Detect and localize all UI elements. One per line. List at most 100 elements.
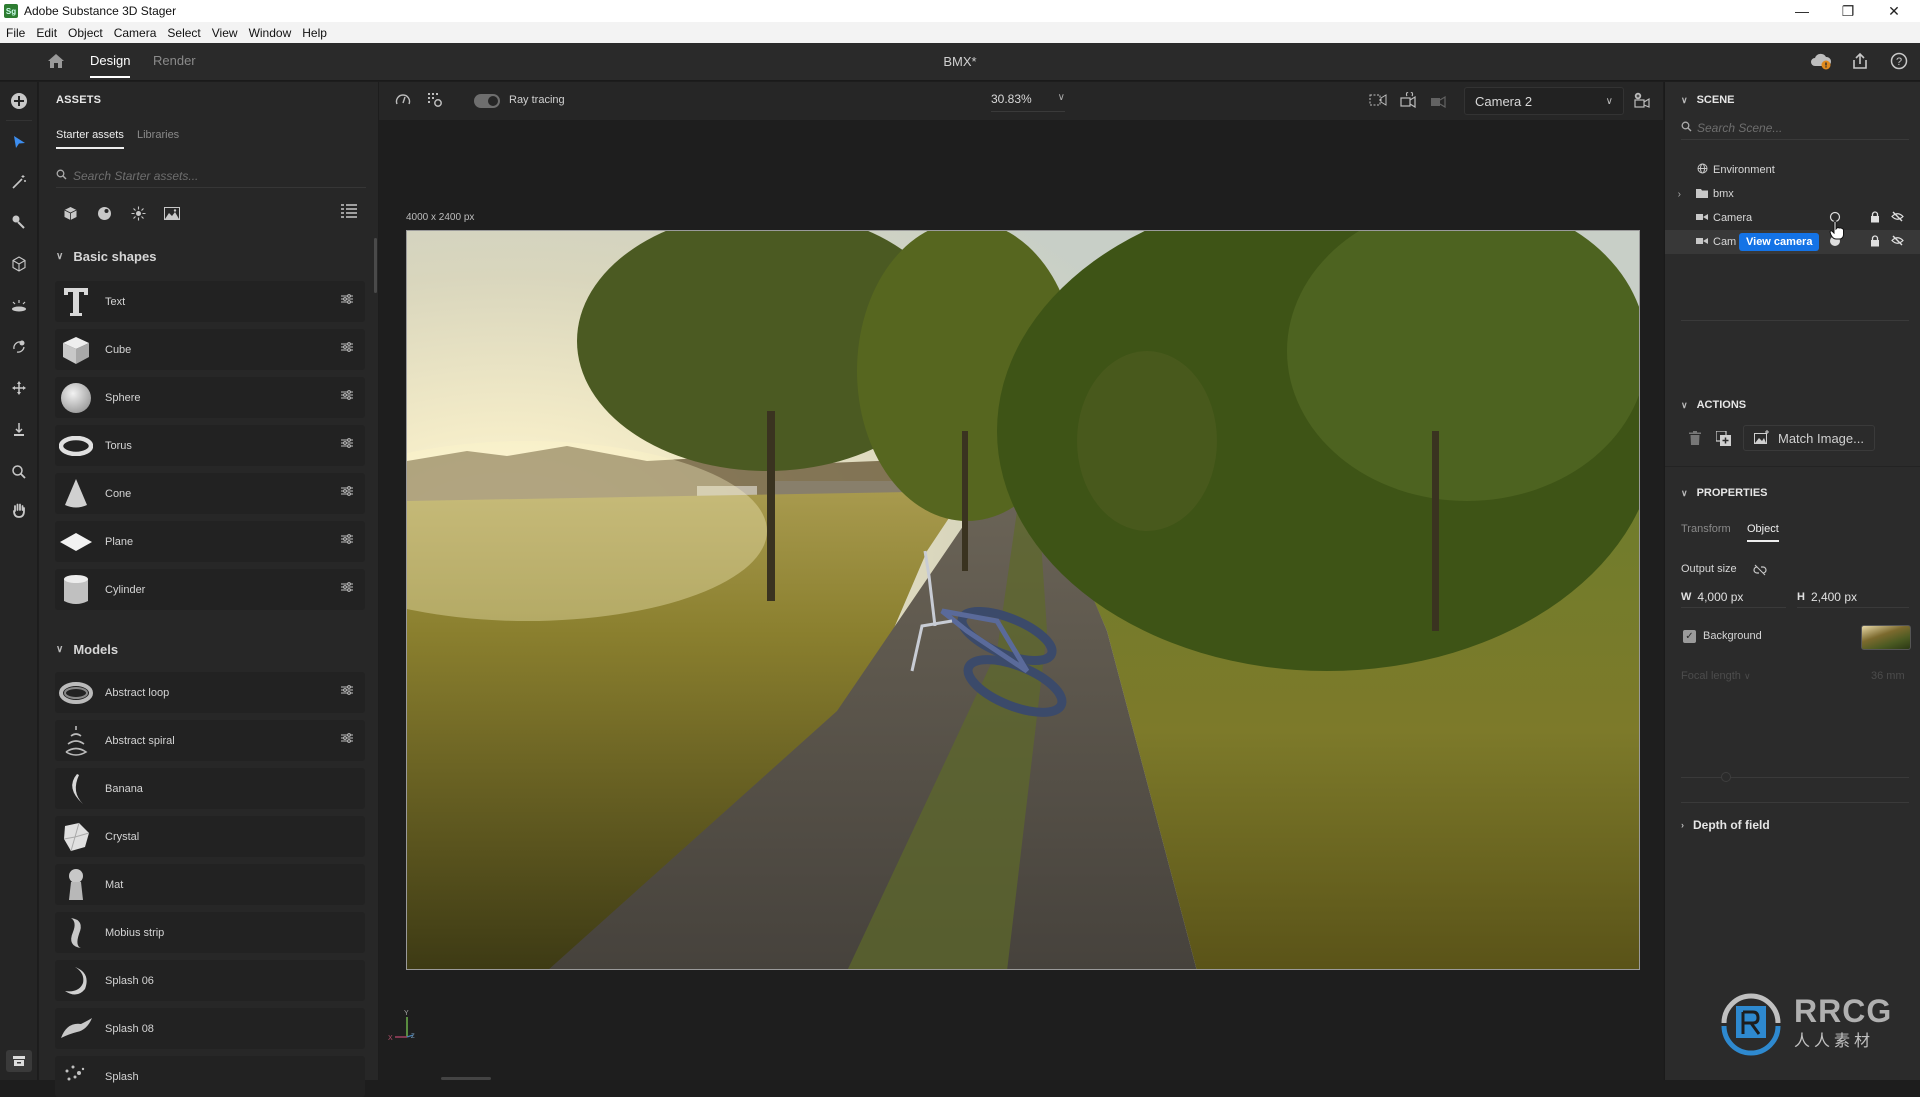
- scene-item-bmx[interactable]: › bmx: [1665, 182, 1920, 206]
- camera-reset-icon[interactable]: [1400, 90, 1418, 112]
- tab-object[interactable]: Object: [1747, 523, 1779, 542]
- asset-options-icon[interactable]: [339, 732, 355, 749]
- drop-to-ground-icon[interactable]: [7, 418, 31, 442]
- light-icon[interactable]: [7, 294, 31, 318]
- asset-item-torus[interactable]: Torus: [55, 425, 365, 466]
- magic-wand-icon[interactable]: [7, 170, 31, 194]
- hidden-eye-icon[interactable]: [1891, 235, 1904, 249]
- tab-libraries[interactable]: Libraries: [137, 129, 179, 141]
- tab-starter-assets[interactable]: Starter assets: [56, 129, 124, 149]
- hidden-eye-icon[interactable]: [1891, 211, 1904, 225]
- scene-canvas[interactable]: [406, 230, 1640, 970]
- section-models[interactable]: ∨ Models: [56, 642, 118, 657]
- help-icon[interactable]: ?: [1889, 52, 1909, 72]
- zoom-level-select[interactable]: 30.83% ∨: [991, 92, 1065, 112]
- list-view-icon[interactable]: [341, 204, 357, 222]
- scene-section-header[interactable]: ∨ SCENE: [1681, 94, 1735, 106]
- menu-help[interactable]: Help: [302, 26, 327, 40]
- asset-item-abstract-loop[interactable]: Abstract loop: [55, 672, 365, 713]
- asset-item-text[interactable]: Text: [55, 281, 365, 322]
- models-filter-icon[interactable]: [61, 204, 79, 222]
- menu-object[interactable]: Object: [68, 26, 103, 40]
- depth-of-field-header[interactable]: › Depth of field: [1681, 818, 1770, 832]
- menu-select[interactable]: Select: [167, 26, 200, 40]
- menu-file[interactable]: File: [6, 26, 25, 40]
- render-settings-icon[interactable]: [427, 92, 443, 112]
- asset-item-sphere[interactable]: Sphere: [55, 377, 365, 418]
- asset-options-icon[interactable]: [339, 485, 355, 502]
- delete-icon[interactable]: [1681, 425, 1709, 451]
- asset-item-plane[interactable]: Plane: [55, 521, 365, 562]
- lock-icon[interactable]: [1870, 234, 1880, 250]
- background-image-thumbnail[interactable]: [1861, 625, 1911, 650]
- asset-item-splash-06[interactable]: Splash 06: [55, 960, 365, 1001]
- restore-button[interactable]: ❐: [1828, 0, 1868, 22]
- asset-item-cube[interactable]: Cube: [55, 329, 365, 370]
- scene-search-input[interactable]: [1697, 120, 1897, 135]
- scene-item-camera[interactable]: Camera: [1665, 206, 1920, 230]
- menu-camera[interactable]: Camera: [114, 26, 157, 40]
- background-checkbox[interactable]: ✓: [1683, 630, 1696, 643]
- asset-options-icon[interactable]: [339, 437, 355, 454]
- duplicate-icon[interactable]: [1709, 425, 1737, 451]
- lights-filter-icon[interactable]: [129, 204, 147, 222]
- materials-filter-icon[interactable]: [95, 204, 113, 222]
- asset-item-crystal[interactable]: Crystal: [55, 816, 365, 857]
- asset-options-icon[interactable]: [339, 389, 355, 406]
- match-image-button[interactable]: Match Image...: [1743, 425, 1875, 451]
- chevron-right-icon[interactable]: ›: [1665, 189, 1681, 200]
- move-icon[interactable]: [7, 376, 31, 400]
- asset-options-icon[interactable]: [339, 293, 355, 310]
- hand-icon[interactable]: [7, 498, 31, 522]
- unlink-icon[interactable]: [1753, 563, 1767, 581]
- home-icon[interactable]: [47, 53, 65, 69]
- orbit-icon[interactable]: [7, 335, 31, 359]
- asset-item-abstract-spiral[interactable]: Abstract spiral: [55, 720, 365, 761]
- assets-scrollbar[interactable]: [374, 238, 377, 293]
- menu-view[interactable]: View: [212, 26, 238, 40]
- menu-window[interactable]: Window: [249, 26, 292, 40]
- output-height-field[interactable]: H 2,400 px: [1797, 586, 1909, 608]
- cloud-sync-warning-icon[interactable]: [1810, 52, 1832, 72]
- 3d-box-icon[interactable]: [7, 252, 31, 276]
- close-button[interactable]: ✕: [1874, 0, 1914, 22]
- tab-render[interactable]: Render: [153, 53, 196, 68]
- scene-item-camera-2[interactable]: Cam View camera: [1665, 230, 1920, 254]
- asset-options-icon[interactable]: [339, 533, 355, 550]
- asset-item-splash[interactable]: Splash: [55, 1056, 365, 1097]
- asset-options-icon[interactable]: [339, 341, 355, 358]
- tab-transform[interactable]: Transform: [1681, 523, 1731, 535]
- focal-length-slider-handle[interactable]: [1721, 772, 1731, 782]
- eyedropper-icon[interactable]: [7, 210, 31, 234]
- asset-item-mobius-strip[interactable]: Mobius strip: [55, 912, 365, 953]
- plus-circle-icon[interactable]: [7, 89, 31, 113]
- minimize-button[interactable]: —: [1782, 0, 1822, 22]
- section-basic-shapes[interactable]: ∨ Basic shapes: [56, 249, 156, 264]
- scene-item-environment[interactable]: Environment: [1665, 158, 1920, 182]
- camera-sync-icon[interactable]: [1430, 92, 1448, 112]
- assets-search-input[interactable]: [73, 168, 353, 183]
- share-icon[interactable]: [1850, 52, 1870, 72]
- images-filter-icon[interactable]: [163, 204, 181, 222]
- archive-icon[interactable]: [6, 1050, 32, 1072]
- properties-section-header[interactable]: ∨ PROPERTIES: [1681, 487, 1768, 499]
- asset-item-mat[interactable]: Mat: [55, 864, 365, 905]
- zoom-icon[interactable]: [7, 460, 31, 484]
- ray-tracing-toggle[interactable]: [474, 94, 500, 108]
- menu-edit[interactable]: Edit: [36, 26, 57, 40]
- asset-item-splash-08[interactable]: Splash 08: [55, 1008, 365, 1049]
- output-width-field[interactable]: W 4,000 px: [1681, 586, 1786, 608]
- actions-section-header[interactable]: ∨ ACTIONS: [1681, 399, 1746, 411]
- asset-item-cone[interactable]: Cone: [55, 473, 365, 514]
- lock-icon[interactable]: [1870, 210, 1880, 226]
- tab-design[interactable]: Design: [90, 53, 131, 78]
- camera-select[interactable]: Camera 2 ∨: [1464, 87, 1624, 115]
- camera-frame-icon[interactable]: [1369, 92, 1387, 112]
- select-tool-icon[interactable]: [7, 130, 31, 154]
- asset-options-icon[interactable]: [339, 581, 355, 598]
- add-camera-icon[interactable]: [1633, 92, 1651, 112]
- asset-options-icon[interactable]: [339, 684, 355, 701]
- performance-gauge-icon[interactable]: [395, 92, 411, 110]
- asset-item-cylinder[interactable]: Cylinder: [55, 569, 365, 610]
- asset-item-banana[interactable]: Banana: [55, 768, 365, 809]
